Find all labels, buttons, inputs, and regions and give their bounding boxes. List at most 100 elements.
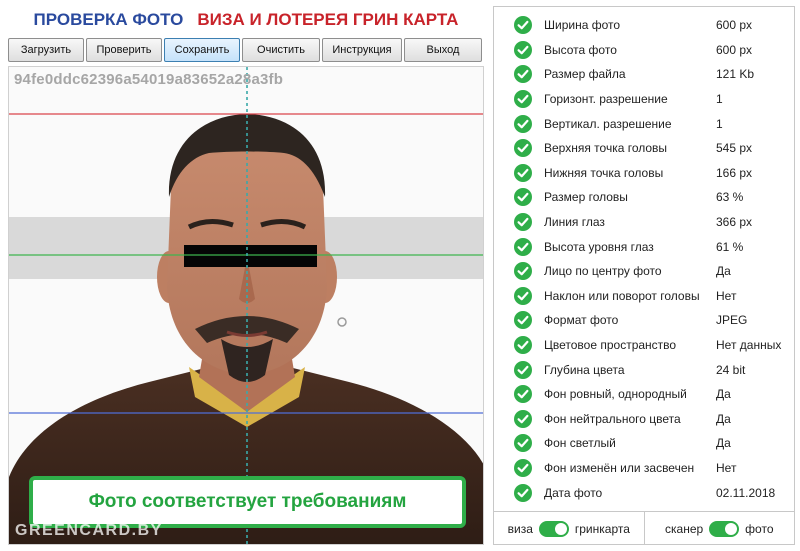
check-value: 1 (716, 92, 723, 107)
check-row: Размер головы 63 % (494, 185, 794, 210)
check-row: Размер файла 121 Kb (494, 62, 794, 87)
check-row: Лицо по центру фото Да (494, 259, 794, 284)
check-value: 545 px (716, 141, 753, 156)
check-icon (514, 262, 532, 281)
check-icon (514, 16, 532, 35)
check-label: Глубина цвета (544, 362, 625, 377)
check-icon (514, 434, 532, 453)
check-row: Высота уровня глаз 61 % (494, 234, 794, 259)
check-label: Дата фото (544, 485, 603, 500)
check-icon (514, 385, 532, 404)
check-value: Да (716, 387, 731, 402)
app-title-photo-check: ПРОВЕРКА ФОТО (33, 10, 184, 29)
check-icon (514, 139, 532, 158)
check-label: Фон ровный, однородный (544, 387, 687, 402)
check-label: Размер головы (544, 190, 628, 205)
eye-privacy-bar (184, 245, 317, 267)
check-label: Фон изменён или засвечен (544, 460, 695, 475)
check-icon (514, 458, 532, 477)
check-value: 61 % (716, 239, 744, 254)
check-row: Нижняя точка головы 166 px (494, 161, 794, 186)
source-toggle[interactable] (709, 520, 740, 537)
check-icon (514, 188, 532, 207)
check-value: 24 bit (716, 362, 746, 377)
check-value: 166 px (716, 165, 753, 180)
app-title: ПРОВЕРКА ФОТО ВИЗА И ЛОТЕРЕЯ ГРИН КАРТА (8, 8, 484, 32)
source-switch: сканер фото (643, 512, 795, 545)
check-value: 121 Kb (716, 67, 755, 82)
check-icon (514, 336, 532, 355)
check-row: Ширина фото 600 px (494, 13, 794, 38)
instruction-button[interactable]: Инструкция (322, 38, 402, 62)
check-label: Цветовое пространство (544, 338, 677, 353)
check-row: Цветовое пространство Нет данных (494, 333, 794, 358)
purpose-toggle[interactable] (538, 520, 569, 537)
clear-button[interactable]: Очистить (242, 38, 320, 62)
check-value: 600 px (716, 42, 753, 57)
check-row: Вертикал. разрешение 1 (494, 111, 794, 136)
check-button[interactable]: Проверить (86, 38, 162, 62)
toolbar: Загрузить Проверить Сохранить Очистить И… (8, 38, 484, 62)
check-icon (514, 213, 532, 232)
check-label: Вертикал. разрешение (544, 116, 672, 131)
verdict-banner: Фото соответствует требованиям (29, 476, 466, 528)
check-label: Наклон или поворот головы (544, 288, 700, 303)
check-row: Верхняя точка головы 545 px (494, 136, 794, 161)
check-row: Наклон или поворот головы Нет (494, 284, 794, 309)
check-icon (514, 409, 532, 428)
save-button[interactable]: Сохранить (164, 38, 240, 62)
photo-preview: 94fe0ddc62396a54019a83652a28a3fb Фото со… (8, 66, 484, 545)
exit-button[interactable]: Выход (404, 38, 482, 62)
check-row: Формат фото JPEG (494, 308, 794, 333)
check-row: Высота фото 600 px (494, 38, 794, 63)
check-value: 600 px (716, 18, 753, 33)
toggle-knob (554, 522, 567, 535)
check-label: Ширина фото (544, 18, 621, 33)
check-label: Линия глаз (544, 215, 605, 230)
check-value: Нет (716, 288, 737, 303)
check-icon (514, 360, 532, 379)
app-title-visa-lottery: ВИЗА И ЛОТЕРЕЯ ГРИН КАРТА (197, 10, 459, 29)
check-label: Лицо по центру фото (544, 264, 662, 279)
greencard-label: гринкарта (574, 521, 630, 536)
check-results-panel: Ширина фото 600 px Высота фото 600 px Размер… (493, 6, 795, 545)
check-value: Да (716, 411, 731, 426)
load-button[interactable]: Загрузить (8, 38, 84, 62)
check-label: Высота фото (544, 42, 617, 57)
check-value: 02.11.2018 (716, 485, 776, 500)
mode-switches: виза гринкарта сканер фото (494, 511, 794, 545)
check-label: Размер файла (544, 67, 626, 82)
check-row: Фон изменён или засвечен Нет (494, 456, 794, 481)
check-label: Высота уровня глаз (544, 239, 654, 254)
check-value: JPEG (716, 313, 748, 328)
check-row: Линия глаз 366 px (494, 210, 794, 235)
check-value: Да (716, 264, 731, 279)
check-icon (514, 90, 532, 109)
check-value: Нет данных (716, 338, 782, 353)
check-label: Верхняя точка головы (544, 141, 668, 156)
check-icon (514, 483, 532, 502)
check-label: Формат фото (544, 313, 619, 328)
check-row: Фон светлый Да (494, 431, 794, 456)
check-row: Горизонт. разрешение 1 (494, 87, 794, 112)
check-value: Да (716, 436, 731, 451)
check-label: Фон нейтрального цвета (544, 411, 681, 426)
check-label: Горизонт. разрешение (544, 92, 668, 107)
check-icon (514, 311, 532, 330)
toggle-knob (725, 522, 738, 535)
check-value: 1 (716, 116, 723, 131)
check-icon (514, 40, 532, 59)
check-list: Ширина фото 600 px Высота фото 600 px Размер… (494, 13, 794, 505)
watermark: GREENCARD.BY (15, 522, 163, 539)
check-row: Фон нейтрального цвета Да (494, 407, 794, 432)
check-icon (514, 286, 532, 305)
file-hash: 94fe0ddc62396a54019a83652a28a3fb (14, 71, 284, 88)
check-label: Нижняя точка головы (544, 165, 664, 180)
check-value: Нет (716, 460, 737, 475)
scanner-label: сканер (665, 521, 704, 536)
check-row: Дата фото 02.11.2018 (494, 480, 794, 505)
check-label: Фон светлый (544, 436, 616, 451)
photo-label: фото (745, 521, 774, 536)
check-icon (514, 114, 532, 133)
check-icon (514, 163, 532, 182)
